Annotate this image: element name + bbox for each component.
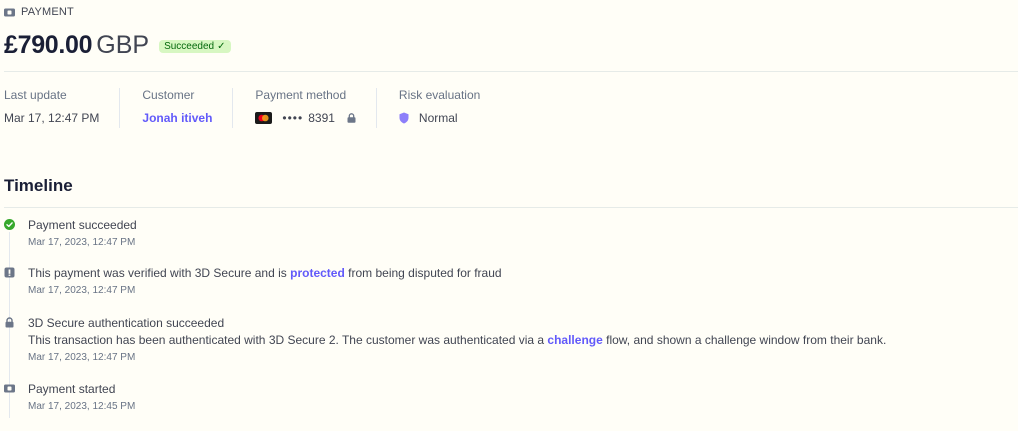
payment-type-label: PAYMENT [21,6,74,18]
event-desc-post: flow, and shown a challenge window from … [602,333,887,347]
mastercard-icon [255,112,273,124]
card-dots: •••• [282,111,304,125]
lock-icon [347,113,356,123]
payment-method-label: Payment method [255,88,347,102]
card-last4: 8391 [308,111,335,125]
payment-type-row: PAYMENT [4,5,1018,19]
event-desc-pre: This transaction has been authenticated … [28,333,548,347]
event-title: Payment succeeded [28,218,137,232]
payment-amount: £790.00 [4,31,93,59]
challenge-link[interactable]: challenge [547,333,602,347]
customer-label: Customer [142,88,195,102]
timeline-divider [4,207,1018,208]
event-description: This transaction has been authenticated … [28,333,886,347]
timeline-event-3ds-protected: This payment was verified with 3D Secure… [4,266,502,296]
timeline-event-started: Payment started Mar 17, 2023, 12:45 PM [4,382,135,412]
payment-icon [4,8,15,16]
event-title: This payment was verified with 3D Secure… [28,266,502,280]
event-time: Mar 17, 2023, 12:47 PM [28,352,136,363]
protected-link[interactable]: protected [290,266,345,280]
status-badge: Succeeded ✓ [159,40,231,53]
risk-value: Normal [399,111,480,125]
header-divider [4,71,1018,72]
customer-link[interactable]: Jonah itiveh [142,111,212,125]
last-update-label: Last update [4,88,67,102]
event-time: Mar 17, 2023, 12:47 PM [28,285,136,296]
summary-risk: Risk evaluation Normal [399,88,500,128]
payment-header: PAYMENT £790.00 GBP Succeeded ✓ [4,5,1018,60]
timeline-event-3ds-auth: 3D Secure authentication succeeded This … [4,316,886,363]
event-time: Mar 17, 2023, 12:45 PM [28,401,136,412]
event-title: 3D Secure authentication succeeded [28,316,225,330]
check-circle-icon [4,219,15,230]
payment-method-value: •••• 8391 [255,111,356,125]
status-badge-label: Succeeded [164,41,215,52]
last-update-value: Mar 17, 12:47 PM [4,111,100,125]
shield-icon [4,267,15,278]
payment-icon [4,384,15,393]
event-time: Mar 17, 2023, 12:47 PM [28,237,136,248]
event-title: Payment started [28,382,116,396]
payment-summary: Last update Mar 17, 12:47 PM Customer Jo… [4,88,522,128]
timeline-event-succeeded: Payment succeeded Mar 17, 2023, 12:47 PM [4,218,137,248]
summary-payment-method: Payment method •••• 8391 [255,88,377,128]
risk-value-label: Normal [418,111,458,125]
lock-icon [5,317,14,328]
check-icon: ✓ [217,41,226,52]
event-title-pre: This payment was verified with 3D Secure… [28,266,291,280]
summary-customer: Customer Jonah itiveh [142,88,234,128]
timeline-title: Timeline [4,176,73,195]
amount-row: £790.00 GBP Succeeded ✓ [4,31,1018,60]
risk-label: Risk evaluation [398,88,481,102]
payment-currency: GBP [96,31,150,59]
shield-icon [399,112,409,124]
event-title-post: from being disputed for fraud [344,266,502,280]
summary-last-update: Last update Mar 17, 12:47 PM [4,88,121,128]
